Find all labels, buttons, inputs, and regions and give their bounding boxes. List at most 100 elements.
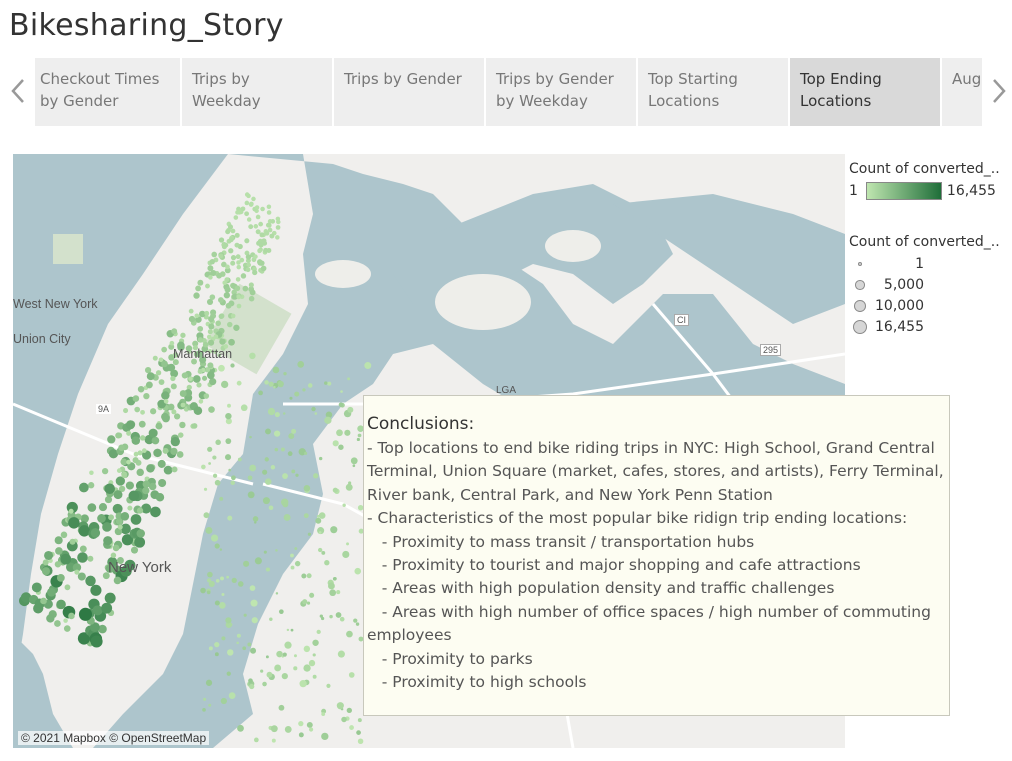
station-dot (311, 406, 316, 412)
station-dot (104, 483, 116, 495)
station-dot (203, 697, 207, 701)
map-attribution[interactable]: © 2021 Mapbox © OpenStreetMap (18, 731, 210, 745)
station-dot (44, 550, 54, 560)
station-dot (274, 412, 280, 418)
station-dot (308, 659, 316, 667)
station-dot (230, 313, 236, 319)
station-dot (277, 380, 284, 388)
station-dot (250, 647, 257, 654)
station-dot (208, 462, 212, 465)
station-dot (142, 480, 150, 488)
story-point-tab[interactable]: August Hours (942, 58, 982, 126)
station-dot (161, 412, 169, 421)
station-dot (171, 328, 178, 335)
station-dot (236, 303, 242, 309)
station-dot (263, 550, 267, 554)
annotation-line: - Proximity to mass transit / transporta… (367, 532, 755, 551)
station-dot (56, 573, 65, 582)
station-dot (268, 381, 274, 387)
map-label-union-city: Union City (13, 332, 71, 346)
story-point-tab[interactable]: Top Starting Locations (638, 58, 788, 126)
annotation-line: - Characteristics of the most popular bi… (367, 509, 908, 528)
station-dot (226, 575, 230, 579)
chevron-left-icon[interactable] (8, 76, 28, 106)
station-dot (274, 447, 279, 452)
map-label-new-york: New York (108, 559, 172, 576)
station-dot (227, 224, 234, 230)
station-dot (87, 482, 95, 489)
station-dot (207, 571, 213, 578)
station-dot (236, 633, 241, 638)
story-point-tab[interactable]: Trips by Gender by Weekday (486, 58, 636, 126)
station-dot (104, 592, 116, 604)
station-dot (248, 224, 254, 230)
station-dot (314, 412, 318, 415)
station-dot (54, 561, 62, 568)
station-dot (191, 423, 198, 429)
size-legend-item: 5,000 (849, 275, 924, 296)
station-dot (179, 421, 186, 429)
station-dot (203, 393, 210, 399)
station-dot (258, 390, 263, 396)
station-dot (150, 408, 157, 415)
station-dot (218, 364, 225, 372)
station-dot (282, 412, 286, 415)
story-point-tab[interactable]: Trips by Gender (334, 58, 484, 126)
size-legend-label: 1 (915, 256, 924, 272)
station-dot (121, 472, 128, 479)
story-point-tab[interactable]: Trips by Weekday (182, 58, 332, 126)
station-dot (247, 491, 255, 499)
station-dot (264, 380, 269, 385)
station-dot (136, 507, 144, 514)
station-dot (346, 542, 350, 546)
station-dot (56, 599, 66, 610)
station-dot (228, 692, 236, 700)
station-dot (242, 285, 249, 292)
station-dot (350, 457, 358, 465)
station-dot (260, 206, 265, 212)
story-point-tab[interactable]: Checkout Times by Gender (35, 58, 180, 126)
station-dot (299, 680, 307, 688)
station-dot (188, 376, 193, 382)
station-dot (306, 601, 311, 605)
station-dot (118, 444, 125, 451)
station-dot (87, 503, 97, 512)
station-dot (223, 292, 231, 299)
station-dot (179, 390, 187, 397)
station-dot (249, 683, 255, 690)
station-dot (113, 490, 123, 500)
station-dot (128, 490, 140, 502)
station-dot (170, 375, 176, 382)
station-dot (219, 548, 223, 551)
station-dot (158, 479, 167, 488)
station-dot (205, 283, 210, 289)
station-dot (301, 573, 307, 579)
station-dot (264, 457, 269, 462)
station-dot (207, 265, 214, 272)
station-dot (141, 448, 147, 453)
station-dot (237, 581, 244, 587)
station-dot (258, 242, 264, 248)
station-dot (346, 707, 352, 714)
station-dot (198, 399, 204, 404)
station-dot (315, 517, 322, 524)
station-dot (298, 720, 304, 727)
station-dot (112, 544, 120, 552)
station-dot (152, 355, 158, 361)
station-dot (345, 483, 353, 491)
station-dot (41, 567, 51, 576)
station-dot (257, 259, 263, 265)
station-dot (269, 233, 275, 239)
station-dot (60, 531, 68, 539)
station-dot (257, 248, 262, 254)
station-dot (268, 505, 274, 511)
station-dot (294, 547, 298, 551)
station-dot (288, 433, 295, 440)
station-dot (146, 464, 155, 473)
station-dot (357, 718, 362, 723)
chevron-right-icon[interactable] (989, 76, 1009, 106)
story-point-tab[interactable]: Top Ending Locations (790, 58, 940, 126)
station-dot (254, 557, 262, 565)
station-dot (235, 254, 241, 260)
station-dot (249, 289, 256, 296)
